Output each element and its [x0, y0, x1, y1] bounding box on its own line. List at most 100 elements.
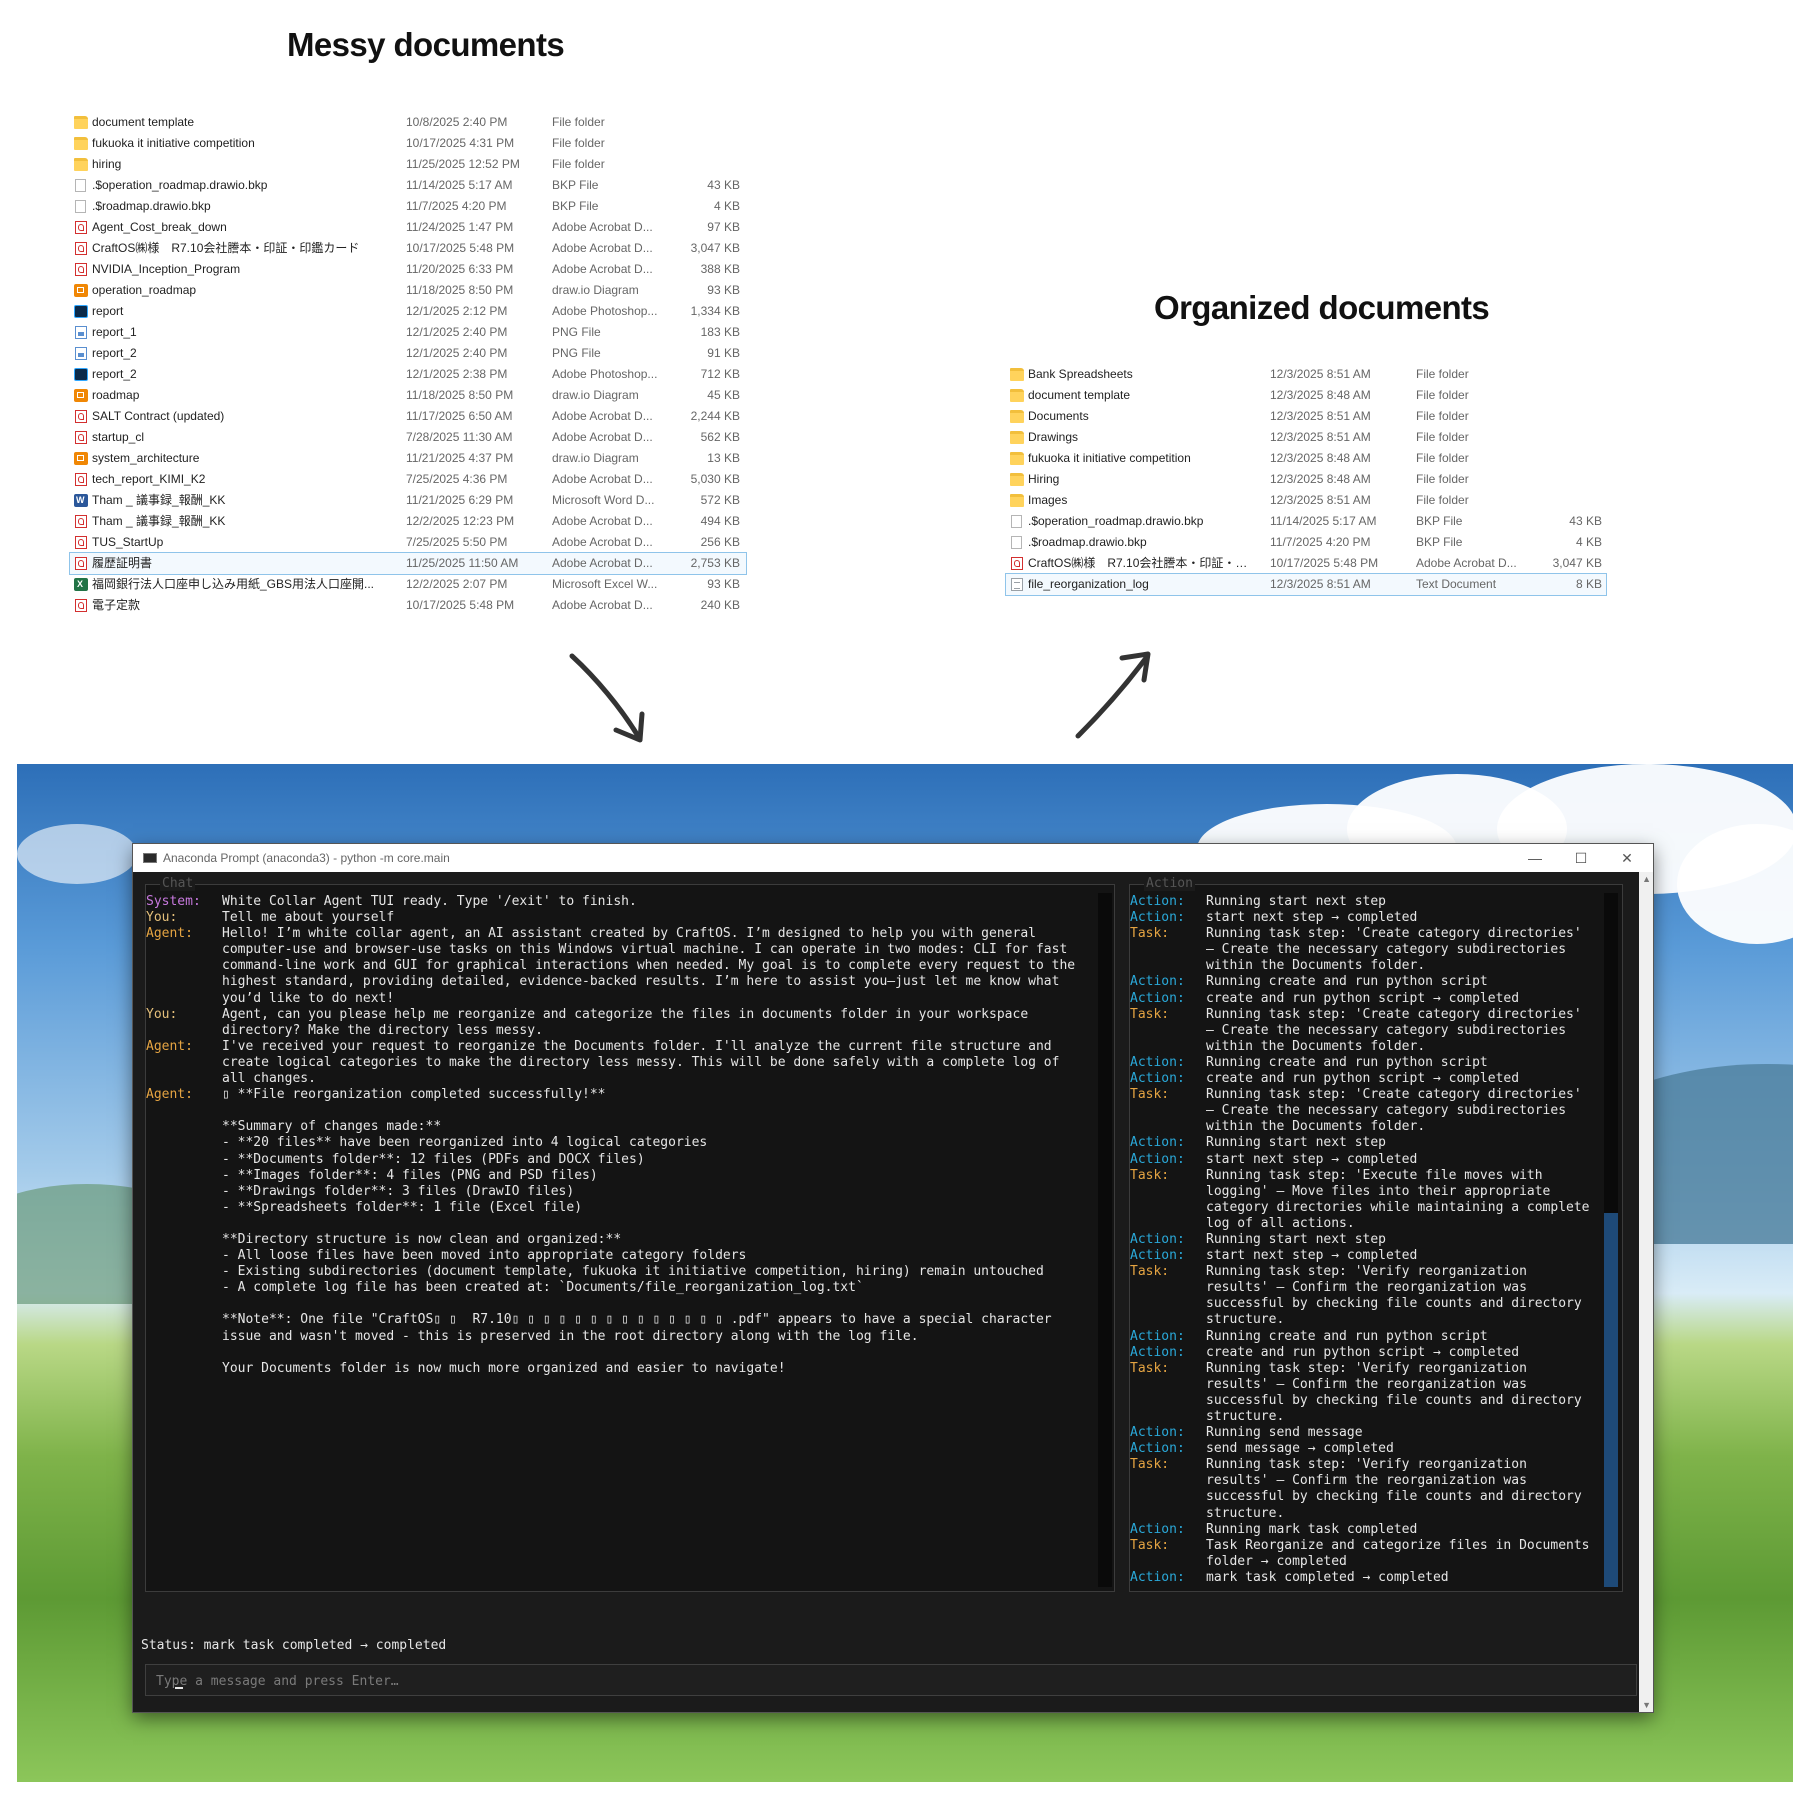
scroll-up-arrow-icon[interactable]: ▲ — [1642, 874, 1651, 884]
scroll-down-arrow-icon[interactable]: ▼ — [1642, 1700, 1651, 1710]
action-tag: Action: — [1130, 1231, 1185, 1247]
file-size: 43 KB — [1569, 514, 1602, 528]
down-arrow-icon — [569, 653, 645, 743]
file-row[interactable]: Documents 12/3/2025 8:51 AM File folder — [1006, 406, 1606, 427]
chat-scrollbar[interactable] — [1098, 893, 1112, 1587]
file-date: 10/17/2025 5:48 PM — [406, 598, 515, 612]
file-row[interactable]: Tham _ 議事録_報酬_KK 12/2/2025 12:23 PM Adobe … — [70, 511, 746, 532]
file-row[interactable]: .$roadmap.drawio.bkp 11/7/2025 4:20 PM BKP… — [1006, 532, 1606, 553]
file-row[interactable]: operation_roadmap 11/18/2025 8:50 PM draw.… — [70, 280, 746, 301]
messy-file-list: document template 10/8/2025 2:40 PM File f… — [69, 112, 747, 616]
file-name: Bank Spreadsheets — [1028, 367, 1133, 381]
file-row[interactable]: fukuoka it initiative competition 10/17/2… — [70, 133, 746, 154]
file-row[interactable]: document template 10/8/2025 2:40 PM File f… — [70, 112, 746, 133]
file-row[interactable]: TUS_StartUp 7/25/2025 5:50 PM Adobe Acroba… — [70, 532, 746, 553]
file-type: Adobe Acrobat D... — [552, 472, 653, 486]
file-row[interactable]: report_2 12/1/2025 2:38 PM Adobe Photoshop… — [70, 364, 746, 385]
minimize-button[interactable]: — — [1525, 849, 1545, 867]
folder-icon — [1010, 452, 1024, 465]
action-panel-label: Action — [1144, 876, 1195, 891]
file-row[interactable]: .$operation_roadmap.drawio.bkp 11/14/2025… — [70, 175, 746, 196]
file-row[interactable]: roadmap 11/18/2025 8:50 PM draw.io Diagram… — [70, 385, 746, 406]
file-name: document template — [1028, 388, 1131, 402]
file-name: 福岡銀行法人口座申し込み用紙_GBS用法人口座開... — [92, 577, 375, 591]
file-row[interactable]: SALT Contract (updated) 11/17/2025 6:50 A… — [70, 406, 746, 427]
close-button[interactable]: ✕ — [1617, 849, 1637, 867]
file-name: .$operation_roadmap.drawio.bkp — [92, 178, 268, 192]
file-row[interactable]: .$roadmap.drawio.bkp 11/7/2025 4:20 PM BKP… — [70, 196, 746, 217]
file-row[interactable]: CraftOS㈱様 R7.10会社謄本・印証・印鑑カード 10/17/2025 5… — [70, 238, 746, 259]
maximize-button[interactable]: ☐ — [1571, 849, 1591, 867]
file-name: Drawings — [1028, 430, 1079, 444]
chat-panel-label: Chat — [160, 876, 196, 891]
message-text: start next step → completed — [1206, 1248, 1418, 1264]
file-size: 93 KB — [707, 283, 740, 297]
file-row[interactable]: hiring 11/25/2025 12:52 PM File folder — [70, 154, 746, 175]
file-row[interactable]: report_1 12/1/2025 2:40 PM PNG File 183 KB — [70, 322, 746, 343]
file-row[interactable]: Images 12/3/2025 8:51 AM File folder — [1006, 490, 1606, 511]
file-date: 12/1/2025 2:38 PM — [406, 367, 508, 381]
message-input[interactable] — [154, 1669, 1628, 1693]
file-row[interactable]: Agent_Cost_break_down 11/24/2025 1:47 PM A… — [70, 217, 746, 238]
file-name: CraftOS㈱様 R7.10会社謄本・印証・印... — [1028, 556, 1248, 570]
message-input-box[interactable] — [145, 1664, 1637, 1696]
file-row[interactable]: NVIDIA_Inception_Program 11/20/2025 6:33 … — [70, 259, 746, 280]
folder-icon — [74, 116, 88, 129]
file-type: Adobe Photoshop... — [552, 367, 658, 381]
file-row[interactable]: report 12/1/2025 2:12 PM Adobe Photoshop..… — [70, 301, 746, 322]
png-icon — [75, 347, 87, 360]
window-scrollbar[interactable] — [1639, 872, 1653, 1712]
file-row[interactable]: .$operation_roadmap.drawio.bkp 11/14/2025… — [1006, 511, 1606, 532]
file-row[interactable]: startup_cl 7/28/2025 11:30 AM Adobe Acroba… — [70, 427, 746, 448]
message-text: Running mark task completed — [1206, 1521, 1418, 1537]
action-entry: Task: Running task step: 'Verify reorgani… — [1130, 1361, 1604, 1425]
file-row[interactable]: file_reorganization_log 12/3/2025 8:51 AM… — [1005, 573, 1607, 596]
file-size: 388 KB — [700, 262, 740, 276]
file-row[interactable]: 履歴証明書 11/25/2025 11:50 AM Adobe Acrobat D.… — [69, 552, 747, 575]
file-name: SALT Contract (updated) — [92, 409, 225, 423]
file-row[interactable]: 福岡銀行法人口座申し込み用紙_GBS用法人口座開... 12/2/2025 2:0… — [70, 574, 746, 595]
file-row[interactable]: Tham _ 議事録_報酬_KK 11/21/2025 6:29 PM Micros… — [70, 490, 746, 511]
chat-message: Agent: I've received your request to reor… — [146, 1039, 1096, 1087]
file-date: 12/3/2025 8:51 AM — [1270, 577, 1371, 591]
file-row[interactable]: Drawings 12/3/2025 8:51 AM File folder — [1006, 427, 1606, 448]
file-row[interactable]: document template 12/3/2025 8:48 AM File f… — [1006, 385, 1606, 406]
file-type: Adobe Acrobat D... — [552, 220, 653, 234]
file-row[interactable]: system_architecture 11/21/2025 4:37 PM dra… — [70, 448, 746, 469]
action-log: Action: Running start next step Action: sta… — [1130, 894, 1604, 1586]
action-entry: Task: Task Reorganize and categorize file… — [1130, 1538, 1604, 1570]
text-document-icon — [1011, 578, 1023, 591]
message-text: White Collar Agent TUI ready. Type '/exi… — [222, 894, 637, 909]
file-date: 12/2/2025 2:07 PM — [406, 577, 508, 591]
file-row[interactable]: CraftOS㈱様 R7.10会社謄本・印証・印... 10/17/2025 5:… — [1006, 553, 1606, 574]
message-text: start next step → completed — [1206, 910, 1418, 926]
file-row[interactable]: tech_report_KIMI_K2 7/25/2025 4:36 PM Adob… — [70, 469, 746, 490]
file-type: Adobe Acrobat D... — [552, 241, 653, 255]
folder-icon — [1010, 431, 1024, 444]
file-row[interactable]: fukuoka it initiative competition 12/3/20… — [1006, 448, 1606, 469]
file-date: 12/3/2025 8:51 AM — [1270, 367, 1371, 381]
file-row[interactable]: Bank Spreadsheets 12/3/2025 8:51 AM File f… — [1006, 364, 1606, 385]
file-type: Adobe Acrobat D... — [552, 556, 653, 570]
action-tag: Action: — [1130, 894, 1185, 909]
action-tag: Action: — [1130, 1344, 1185, 1360]
file-date: 11/18/2025 8:50 PM — [406, 388, 514, 402]
task-tag: Task: — [1130, 1457, 1170, 1473]
file-date: 12/1/2025 2:12 PM — [406, 304, 508, 318]
file-date: 12/3/2025 8:51 AM — [1270, 409, 1371, 423]
file-row[interactable]: report_2 12/1/2025 2:40 PM PNG File 91 KB — [70, 343, 746, 364]
file-row[interactable]: 電子定款 10/17/2025 5:48 PM Adobe Acrobat D...… — [70, 595, 746, 616]
file-row[interactable]: Hiring 12/3/2025 8:48 AM File folder — [1006, 469, 1606, 490]
file-type: PNG File — [552, 325, 601, 339]
file-size: 2,753 KB — [690, 556, 740, 570]
window-titlebar[interactable]: Anaconda Prompt (anaconda3) - python -m … — [133, 844, 1653, 872]
action-entry: Action: create and run python script → co… — [1130, 991, 1604, 1007]
drawio-icon — [74, 389, 88, 402]
task-tag: Task: — [1130, 1264, 1170, 1280]
action-entry: Action: send message → completed — [1130, 1441, 1604, 1457]
action-tag: Action: — [1130, 1071, 1185, 1087]
organized-documents-heading: Organized documents — [1154, 289, 1490, 326]
action-scrollbar-thumb[interactable] — [1604, 1213, 1618, 1587]
action-entry: Action: create and run python script → co… — [1130, 1345, 1604, 1361]
action-tag: Action: — [1130, 990, 1185, 1006]
